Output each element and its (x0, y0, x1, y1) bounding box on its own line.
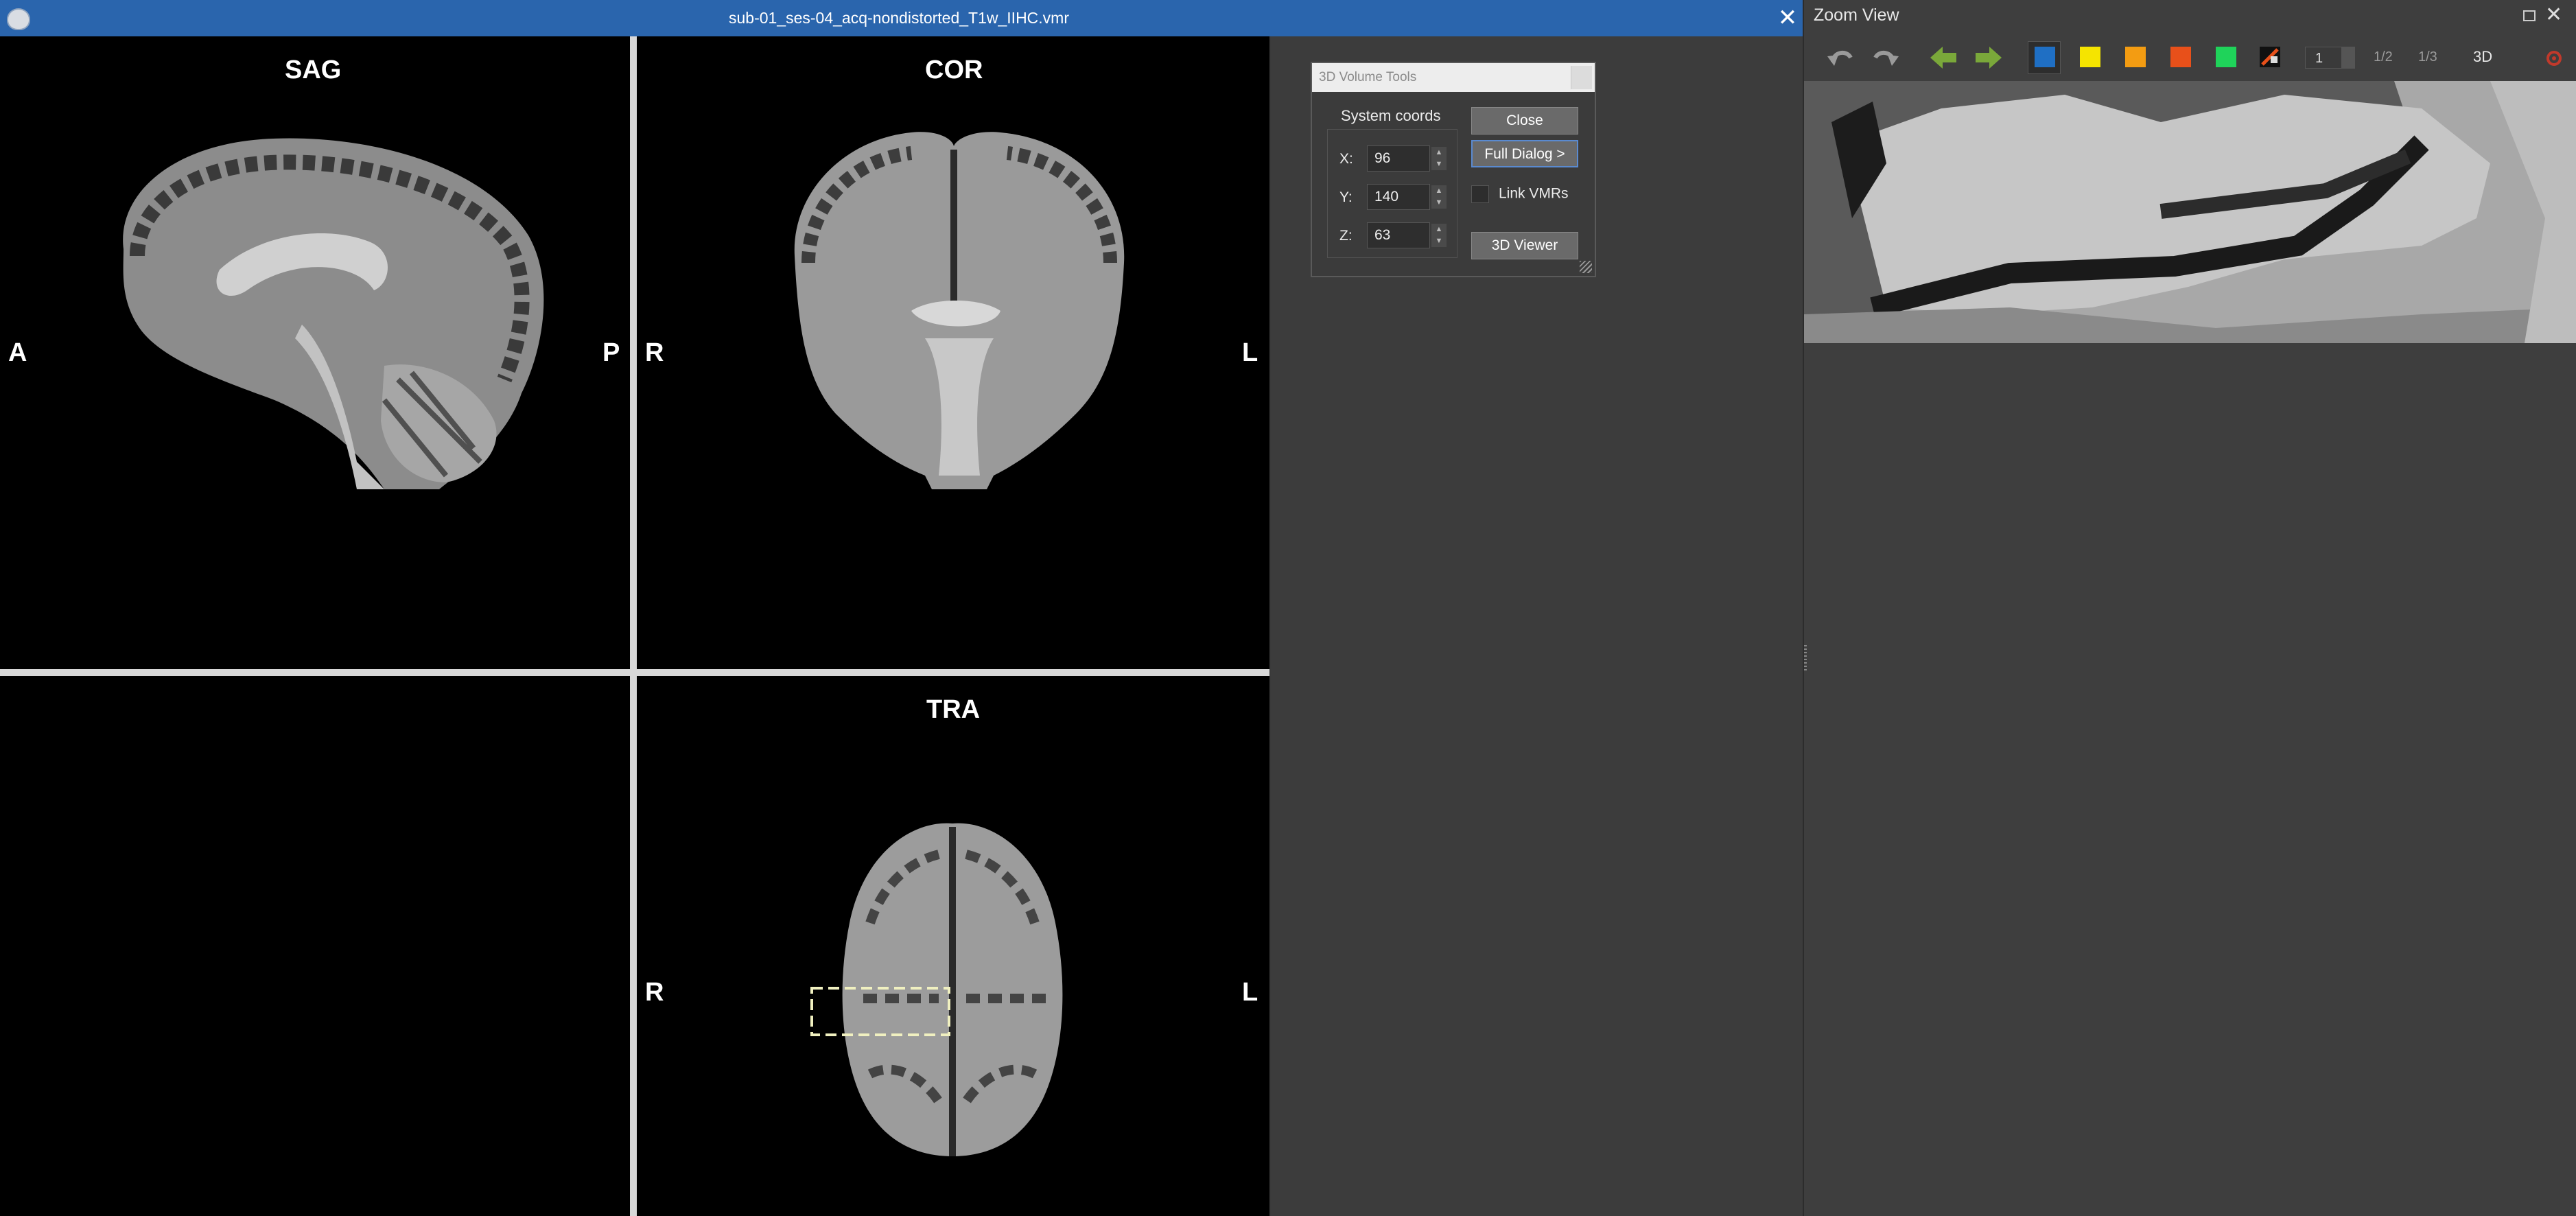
half-button[interactable]: 1/2 (2374, 49, 2393, 65)
zoom-view-image[interactable] (1804, 81, 2576, 343)
z-coord-input[interactable] (1367, 222, 1430, 248)
color-swatch-red[interactable] (2170, 47, 2191, 67)
sagittal-brain-image (123, 138, 544, 490)
zoom-close-button[interactable]: ✕ (2545, 3, 2562, 27)
link-vmrs-checkbox-box[interactable] (1471, 185, 1489, 203)
redo-icon[interactable] (1870, 43, 1901, 73)
volume-tools-titlebar[interactable]: 3D Volume Tools (1312, 63, 1595, 92)
transversal-brain-image (810, 823, 1063, 1156)
float-panel-icon[interactable] (2523, 10, 2536, 21)
x-spinner[interactable]: ▲ ▼ (1431, 147, 1447, 170)
eraser-icon[interactable] (2260, 47, 2280, 77)
system-coords-label: System coords (1341, 107, 1441, 124)
third-button[interactable]: 1/3 (2418, 49, 2437, 65)
settings-icon[interactable] (2544, 48, 2564, 78)
sagittal-view[interactable]: SAG A P (0, 36, 630, 669)
zoomed-brain-slice (1804, 81, 2576, 343)
x-coord-input[interactable] (1367, 145, 1430, 172)
color-swatch-yellow[interactable] (2080, 47, 2100, 67)
window-title: sub-01_ses-04_acq-nondistorted_T1w_IIHC.… (728, 9, 1070, 27)
back-arrow-icon[interactable] (1928, 43, 1959, 73)
3d-viewer-button[interactable]: 3D Viewer (1471, 232, 1578, 259)
z-label: Z: (1339, 228, 1353, 244)
slice-thickness-spinner[interactable] (2341, 47, 2355, 69)
link-vmrs-checkbox[interactable]: Link VMRs (1471, 185, 1569, 203)
y-label: Y: (1339, 189, 1353, 205)
window-titlebar: sub-01_ses-04_acq-nondistorted_T1w_IIHC.… (0, 0, 1806, 36)
3d-mode-button[interactable]: 3D (2473, 48, 2492, 66)
y-spinner[interactable]: ▲ ▼ (1431, 185, 1447, 209)
vmr-window: sub-01_ses-04_acq-nondistorted_T1w_IIHC.… (0, 0, 1806, 1216)
coronal-brain-image (794, 132, 1125, 490)
volume-tools-close-icon[interactable] (1571, 66, 1592, 89)
z-spinner[interactable]: ▲ ▼ (1431, 224, 1447, 247)
link-vmrs-label: Link VMRs (1499, 185, 1569, 202)
zoom-view-panel: Zoom View ✕ 1 1/2 1/3 3D (1803, 0, 2576, 1216)
undo-icon[interactable] (1825, 43, 1856, 73)
close-button[interactable]: Close (1471, 107, 1578, 135)
view-splitter-vertical[interactable] (630, 36, 637, 1216)
color-swatch-orange[interactable] (2125, 47, 2146, 67)
zoom-toolbar: 1 1/2 1/3 3D (1804, 36, 2576, 78)
empty-view (0, 676, 630, 1216)
volume-tools-dialog: 3D Volume Tools System coords X: ▲▼ Y: ▲… (1311, 62, 1596, 277)
transversal-view[interactable]: TRA R L (637, 676, 1269, 1216)
panel-splitter-handle[interactable] (1804, 645, 1807, 673)
slice-thickness-input[interactable]: 1 (2305, 47, 2342, 69)
x-label: X: (1339, 151, 1353, 167)
window-close-button[interactable]: ✕ (1770, 0, 1805, 36)
color-swatch-green[interactable] (2216, 47, 2236, 67)
volume-tools-title: 3D Volume Tools (1319, 70, 1417, 84)
resize-grip-icon[interactable] (1580, 261, 1592, 273)
zoom-view-title: Zoom View (1814, 5, 1899, 25)
color-swatch-blue[interactable] (2035, 47, 2055, 67)
y-coord-input[interactable] (1367, 184, 1430, 210)
forward-arrow-icon[interactable] (1973, 43, 2004, 73)
view-splitter-horizontal[interactable] (0, 669, 1269, 676)
coronal-view[interactable]: COR R L (637, 36, 1269, 669)
full-dialog-button[interactable]: Full Dialog > (1471, 140, 1578, 167)
